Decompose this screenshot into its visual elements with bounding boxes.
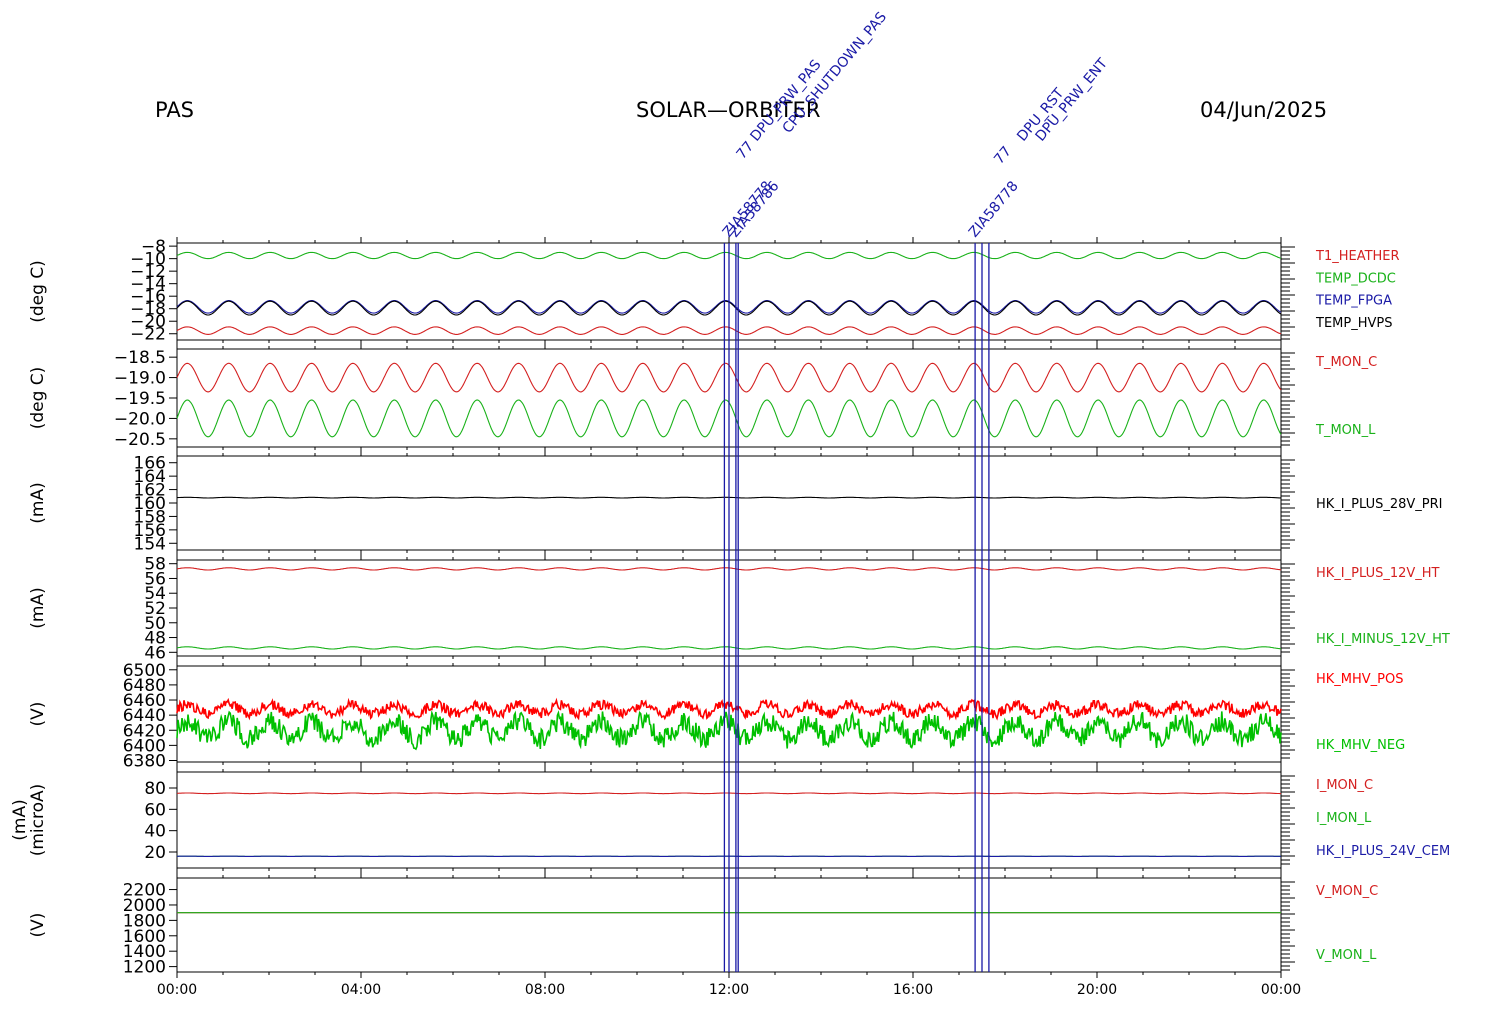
chart-svg: PAS SOLAR—ORBITER 04/Jun/2025 ZIA58778ZI…	[10, 9, 1450, 998]
panel-1: −8−10−12−14−16−18−20−22(deg C)T1_HEATHER…	[28, 237, 1400, 346]
legend-temp_hvps: TEMP_HVPS	[1315, 316, 1392, 331]
y-tick-label: 154	[134, 534, 166, 554]
y-axis-label: (microA)	[28, 784, 48, 857]
x-tick-label: 20:00	[1077, 982, 1117, 998]
panel-5: 6500648064606440642064006380(V)HK_MHV_PO…	[28, 660, 1405, 771]
y-tick-label: 1200	[123, 958, 166, 978]
legend-t1_heather: T1_HEATHER	[1315, 249, 1400, 264]
x-tick-label: 12:00	[709, 982, 749, 998]
right-ticks	[1281, 246, 1295, 340]
legend-v_mon_c: V_MON_C	[1316, 884, 1378, 899]
event-label: CPU_SHUTDOWN_PAS	[780, 9, 891, 136]
right-ticks	[1281, 881, 1295, 971]
header-instrument: PAS	[155, 98, 194, 122]
y-axis-label: (deg C)	[28, 367, 48, 430]
legend-hk_mhv_pos: HK_MHV_POS	[1316, 672, 1404, 687]
legend-t_mon_c: T_MON_C	[1315, 355, 1377, 370]
legend-temp_dcdc: TEMP_DCDC	[1315, 271, 1396, 286]
y-tick-label: 80	[144, 779, 166, 799]
legend-hk_mhv_neg: HK_MHV_NEG	[1316, 738, 1405, 753]
y-axis-label: (V)	[28, 913, 48, 938]
legend-hk_i_plus_24v_cem: HK_I_PLUS_24V_CEM	[1316, 844, 1450, 859]
legend-hk_i_minus_12v_ht: HK_I_MINUS_12V_HT	[1316, 632, 1450, 647]
y-axis-label: (V)	[28, 702, 48, 727]
right-ticks	[1281, 669, 1295, 759]
y-tick-label: −18.5	[114, 348, 166, 368]
x-tick-label: 00:00	[157, 982, 197, 998]
panel-7: 220020001800160014001200(V)V_MON_CV_MON_…	[28, 872, 1378, 978]
panel-6: 80604020 (microA)(mA) I_MON_C I_MON_L HK_I_P…	[10, 766, 1450, 874]
y-axis-label-secondary: (mA)	[10, 799, 30, 840]
legend-i_mon_l: I_MON_L	[1316, 811, 1372, 826]
x-tick-label: 16:00	[893, 982, 933, 998]
event-label: ZIA58778	[966, 178, 1022, 240]
legend-i_mon_c: I_MON_C	[1316, 778, 1373, 793]
panel-3: 166164162160158156154(mA) HK_I_PLUS_28V_P…	[28, 450, 1442, 556]
y-tick-label: 6380	[123, 751, 166, 771]
y-tick-label: −20.0	[114, 409, 166, 429]
panel-2: −18.5−19.0−19.5−20.0−20.5 (deg C) T_MON_C T…	[28, 343, 1377, 453]
legend-hk_i_plus_12v_ht: HK_I_PLUS_12V_HT	[1316, 566, 1440, 581]
y-axis-label: (mA)	[28, 587, 48, 628]
x-tick-label: 08:00	[525, 982, 565, 998]
header-date: 04/Jun/2025	[1200, 98, 1327, 122]
y-tick-label: −20.5	[114, 430, 166, 450]
panel-4: 58565452504846(mA)HK_I_PLUS_12V_HTHK_I_M…	[28, 554, 1450, 663]
right-ticks	[1281, 352, 1295, 446]
right-ticks	[1281, 459, 1295, 549]
y-axis-label: (mA)	[28, 482, 48, 523]
legend-hk_i_plus_28v_pri: HK_I_PLUS_28V_PRI	[1316, 497, 1442, 512]
x-tick-label: 04:00	[341, 982, 381, 998]
chart-panels: −8−10−12−14−16−18−20−22(deg C)T1_HEATHER…	[10, 237, 1450, 978]
legend-t_mon_l: T_MON_L	[1315, 423, 1376, 438]
legend-temp_fpga: TEMP_FPGA	[1315, 294, 1392, 309]
y-tick-label: −19.0	[114, 369, 166, 389]
event-labels: ZIA58778ZIA5878677DPU_PRW_PASCPU_SHUTDOW…	[720, 9, 1111, 240]
legend-v_mon_l: V_MON_L	[1316, 948, 1377, 963]
right-ticks	[1281, 563, 1295, 653]
event-label: 77	[734, 139, 758, 163]
y-tick-label: 40	[144, 822, 166, 842]
event-label: 77	[991, 144, 1015, 168]
right-ticks	[1281, 775, 1295, 865]
y-tick-label: −22	[130, 325, 166, 345]
x-tick-label: 00:00	[1261, 982, 1301, 998]
x-axis: 00:00 04:00 08:00 12:00 16:00 20:00 00:00	[157, 982, 1301, 998]
y-axis-label: (deg C)	[28, 260, 48, 323]
y-tick-label: 60	[144, 800, 166, 820]
event-lines	[723, 243, 990, 972]
y-tick-label: 20	[144, 843, 166, 863]
y-tick-label: −19.5	[114, 389, 166, 409]
